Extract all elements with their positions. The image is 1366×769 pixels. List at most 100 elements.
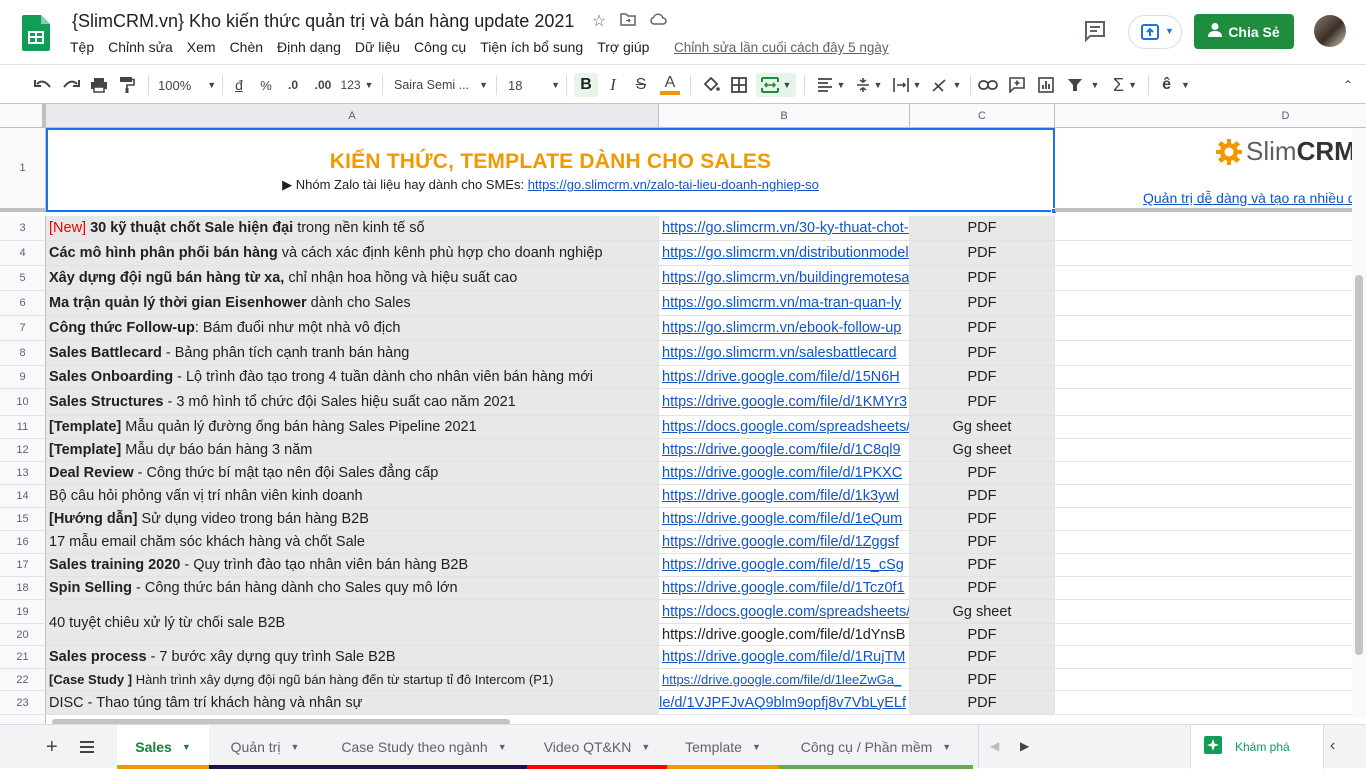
- menu-addons[interactable]: Tiện ích bổ sung: [480, 39, 583, 59]
- chevron-down-icon[interactable]: ▼: [498, 742, 507, 752]
- empty-cell-d[interactable]: [1055, 216, 1366, 241]
- resource-title-cell[interactable]: Ma trận quản lý thời gian Eisenhower dàn…: [46, 291, 659, 316]
- bold-button[interactable]: B: [574, 73, 598, 97]
- currency-format-button[interactable]: đ: [230, 73, 248, 97]
- resource-title-cell[interactable]: [Case Study ] Hành trình xây dựng đội ng…: [46, 669, 659, 691]
- chevron-down-icon[interactable]: ▼: [290, 742, 299, 752]
- resource-link-cell[interactable]: https://go.slimcrm.vn/30-ky-thuat-chot-s…: [659, 216, 910, 241]
- resource-link-cell[interactable]: https://drive.google.com/file/d/1C8ql9: [659, 439, 910, 462]
- empty-cell-d[interactable]: [1055, 266, 1366, 291]
- sheet-tab[interactable]: Case Study theo ngành ▼: [321, 725, 527, 769]
- resource-title-cell[interactable]: Deal Review - Công thức bí mật tạo nên đ…: [46, 462, 659, 485]
- fill-color-icon[interactable]: [700, 73, 722, 97]
- menu-view[interactable]: Xem: [187, 39, 216, 59]
- row-header[interactable]: 9: [0, 366, 46, 389]
- empty-cell-d[interactable]: [1055, 462, 1366, 485]
- resource-link-cell[interactable]: https://docs.google.com/spreadsheets/: [659, 416, 910, 439]
- zoom-select[interactable]: 100% ▼: [158, 73, 216, 97]
- font-family-select[interactable]: Saira Semi ... ▼: [394, 73, 488, 97]
- empty-cell-d[interactable]: [1055, 646, 1366, 669]
- column-header-b[interactable]: B: [659, 104, 910, 128]
- italic-button[interactable]: I: [602, 73, 624, 97]
- column-header-d[interactable]: D: [1055, 104, 1366, 128]
- decrease-decimal-button[interactable]: .0: [282, 73, 304, 97]
- add-sheet-icon[interactable]: +: [46, 737, 58, 757]
- row-header[interactable]: 7: [0, 316, 46, 341]
- row-header-1[interactable]: 1: [0, 128, 46, 212]
- resource-link-cell[interactable]: https://go.slimcrm.vn/distributionmodels: [659, 241, 910, 266]
- comment-history-icon[interactable]: [1082, 18, 1108, 44]
- more-formats-select[interactable]: 123 ▼: [340, 73, 374, 97]
- empty-cell-d[interactable]: [1055, 366, 1366, 389]
- row-header[interactable]: 18: [0, 577, 46, 600]
- resource-title-cell[interactable]: 40 tuyệt chiêu xử lý từ chối sale B2B: [46, 600, 659, 646]
- row-header[interactable]: 3: [0, 216, 46, 241]
- sheets-logo-icon[interactable]: [22, 15, 50, 51]
- empty-cell-d[interactable]: [1055, 577, 1366, 600]
- chevron-down-icon[interactable]: ▼: [942, 742, 951, 752]
- row-header[interactable]: 20: [0, 624, 46, 646]
- resource-link-cell[interactable]: https://drive.google.com/file/d/1eQum: [659, 508, 910, 531]
- select-all-corner[interactable]: [0, 104, 46, 128]
- menu-file[interactable]: Tệp: [70, 39, 94, 59]
- resource-link-cell[interactable]: https://drive.google.com/file/d/1RujTM: [659, 646, 910, 669]
- row-header[interactable]: 16: [0, 531, 46, 554]
- empty-cell-d[interactable]: [1055, 669, 1366, 691]
- row-header[interactable]: 19: [0, 600, 46, 624]
- column-header-c[interactable]: C: [910, 104, 1055, 128]
- user-avatar[interactable]: [1314, 15, 1346, 47]
- chevron-down-icon[interactable]: ▼: [641, 742, 650, 752]
- merge-cells-icon[interactable]: ▼: [756, 73, 796, 97]
- insert-comment-icon[interactable]: [1005, 73, 1029, 97]
- resource-title-cell[interactable]: [Template] Mẫu quản lý đường ống bán hàn…: [46, 416, 659, 439]
- resource-title-cell[interactable]: Các mô hình phân phối bán hàng và cách x…: [46, 241, 659, 266]
- text-rotation-icon[interactable]: ▼: [928, 73, 964, 97]
- row-header[interactable]: 22: [0, 669, 46, 691]
- resource-title-cell[interactable]: Công thức Follow-up: Bám đuổi như một nh…: [46, 316, 659, 341]
- sheet-tab[interactable]: Video QT&KN ▼: [527, 725, 667, 769]
- font-size-select[interactable]: 18 ▼: [508, 73, 560, 97]
- resource-link-cell[interactable]: le/d/1VJPFJvAQ9blm9opfj8v7VbLyELf: [659, 691, 910, 715]
- header-merged-cell[interactable]: KIẾN THỨC, TEMPLATE DÀNH CHO SALES ▶ Nhó…: [46, 128, 1057, 214]
- resource-title-cell[interactable]: Sales process - 7 bước xây dựng quy trìn…: [46, 646, 659, 669]
- row-header[interactable]: 17: [0, 554, 46, 577]
- menu-tools[interactable]: Công cụ: [414, 39, 466, 59]
- menu-data[interactable]: Dữ liệu: [355, 39, 400, 59]
- share-button[interactable]: Chia Sẻ: [1194, 14, 1294, 49]
- resource-link-cell[interactable]: https://docs.google.com/spreadsheets/: [659, 600, 910, 624]
- resource-title-cell[interactable]: Sales training 2020 - Quy trình đào tạo …: [46, 554, 659, 577]
- resource-title-cell[interactable]: [New] 30 kỹ thuật chốt Sale hiện đại tro…: [46, 216, 659, 241]
- resource-link-cell[interactable]: https://drive.google.com/file/d/1leeZwGa…: [659, 669, 910, 691]
- star-icon[interactable]: ☆: [589, 12, 609, 32]
- present-caret-icon[interactable]: ▼: [1165, 26, 1174, 36]
- horizontal-align-icon[interactable]: ▼: [814, 73, 848, 97]
- vertical-scrollbar-thumb[interactable]: [1355, 275, 1363, 655]
- strikethrough-button[interactable]: S: [630, 73, 652, 97]
- empty-cell-d[interactable]: [1055, 691, 1366, 715]
- undo-icon[interactable]: [32, 73, 54, 97]
- insert-link-icon[interactable]: [976, 73, 1000, 97]
- redo-icon[interactable]: [60, 73, 82, 97]
- explore-button[interactable]: Khám phá: [1190, 725, 1324, 769]
- filter-icon[interactable]: ▼: [1064, 73, 1102, 97]
- resource-title-cell[interactable]: [Hướng dẫn] Sử dụng video trong bán hàng…: [46, 508, 659, 531]
- resource-link-cell[interactable]: https://drive.google.com/file/d/1dYnsB: [659, 624, 910, 646]
- cloud-status-icon[interactable]: [648, 12, 668, 32]
- zalo-group-link[interactable]: https://go.slimcrm.vn/zalo-tai-lieu-doan…: [528, 177, 819, 192]
- functions-icon[interactable]: Σ ▼: [1108, 73, 1142, 97]
- vertical-align-icon[interactable]: ▼: [852, 73, 886, 97]
- empty-cell-d[interactable]: [1055, 389, 1366, 416]
- resource-title-cell[interactable]: [Template] Mẫu dự báo bán hàng 3 năm: [46, 439, 659, 462]
- resource-link-cell[interactable]: https://drive.google.com/file/d/1k3ywl: [659, 485, 910, 508]
- resource-title-cell[interactable]: DISC - Thao túng tâm trí khách hàng và n…: [46, 691, 659, 715]
- scroll-tabs-left-icon[interactable]: ◀: [990, 739, 999, 753]
- row-header[interactable]: 10: [0, 389, 46, 416]
- empty-cell-d[interactable]: [1055, 341, 1366, 366]
- empty-cell-d[interactable]: [1055, 439, 1366, 462]
- scroll-tabs-right-icon[interactable]: ▶: [1020, 739, 1029, 753]
- resource-link-cell[interactable]: https://drive.google.com/file/d/15_cSg: [659, 554, 910, 577]
- sheet-tab[interactable]: Công cụ / Phần mềm ▼: [779, 725, 973, 769]
- empty-cell-d[interactable]: [1055, 554, 1366, 577]
- row-header[interactable]: 8: [0, 341, 46, 366]
- collapse-menu-icon[interactable]: ⌃: [1336, 73, 1360, 97]
